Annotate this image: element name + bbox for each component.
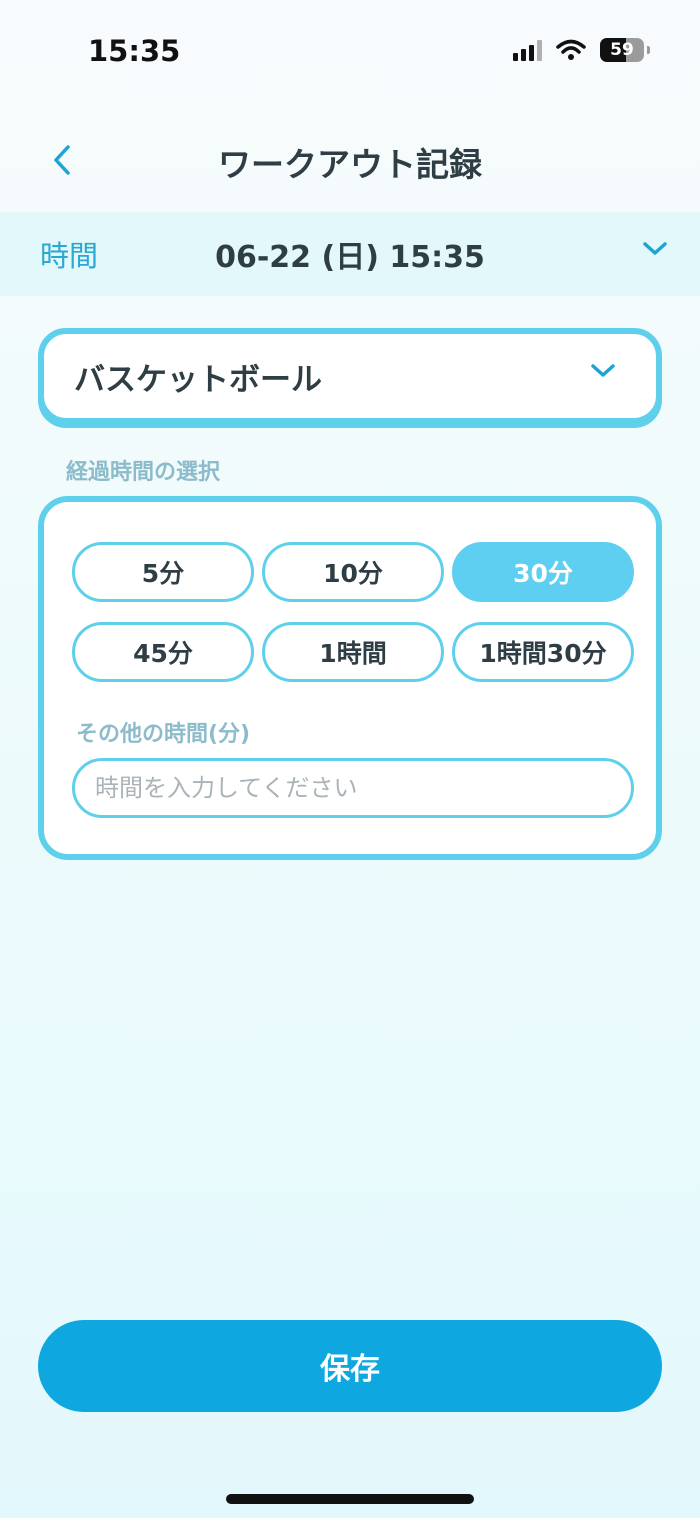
wifi-icon xyxy=(556,39,586,60)
sport-name: バスケットボール xyxy=(74,361,322,398)
duration-chip-1hour[interactable]: 1時間 xyxy=(262,622,444,682)
datetime-picker[interactable]: 時間 06-22 (日) 15:35 xyxy=(0,212,700,296)
duration-section-label: 経過時間の選択 xyxy=(66,460,221,485)
datetime-value: 06-22 (日) 15:35 xyxy=(215,240,485,275)
duration-chip-1hour30min[interactable]: 1時間30分 xyxy=(452,622,634,682)
other-duration-label: その他の時間(分) xyxy=(76,722,251,747)
status-bar: 15:35 59 xyxy=(0,0,700,100)
duration-card: 5分 10分 30分 45分 1時間 1時間30分 その他の時間(分) xyxy=(38,496,662,860)
duration-options: 5分 10分 30分 45分 1時間 1時間30分 xyxy=(72,542,634,682)
status-icons: 59 xyxy=(513,38,650,62)
nav-bar: ワークアウト記録 xyxy=(0,120,700,200)
battery-level: 59 xyxy=(610,40,634,60)
other-duration-input[interactable] xyxy=(72,758,634,818)
chevron-down-icon xyxy=(643,242,667,255)
sport-select[interactable]: バスケットボール xyxy=(38,328,662,424)
page-title: ワークアウト記録 xyxy=(218,145,482,184)
battery-icon: 59 xyxy=(600,38,650,62)
duration-chip-5min[interactable]: 5分 xyxy=(72,542,254,602)
duration-chip-10min[interactable]: 10分 xyxy=(262,542,444,602)
home-indicator xyxy=(226,1494,474,1504)
duration-chip-30min[interactable]: 30分 xyxy=(452,542,634,602)
duration-chip-45min[interactable]: 45分 xyxy=(72,622,254,682)
chevron-down-icon xyxy=(591,364,615,377)
signal-icon xyxy=(513,39,542,61)
save-button[interactable]: 保存 xyxy=(38,1320,662,1412)
status-time: 15:35 xyxy=(88,34,181,68)
